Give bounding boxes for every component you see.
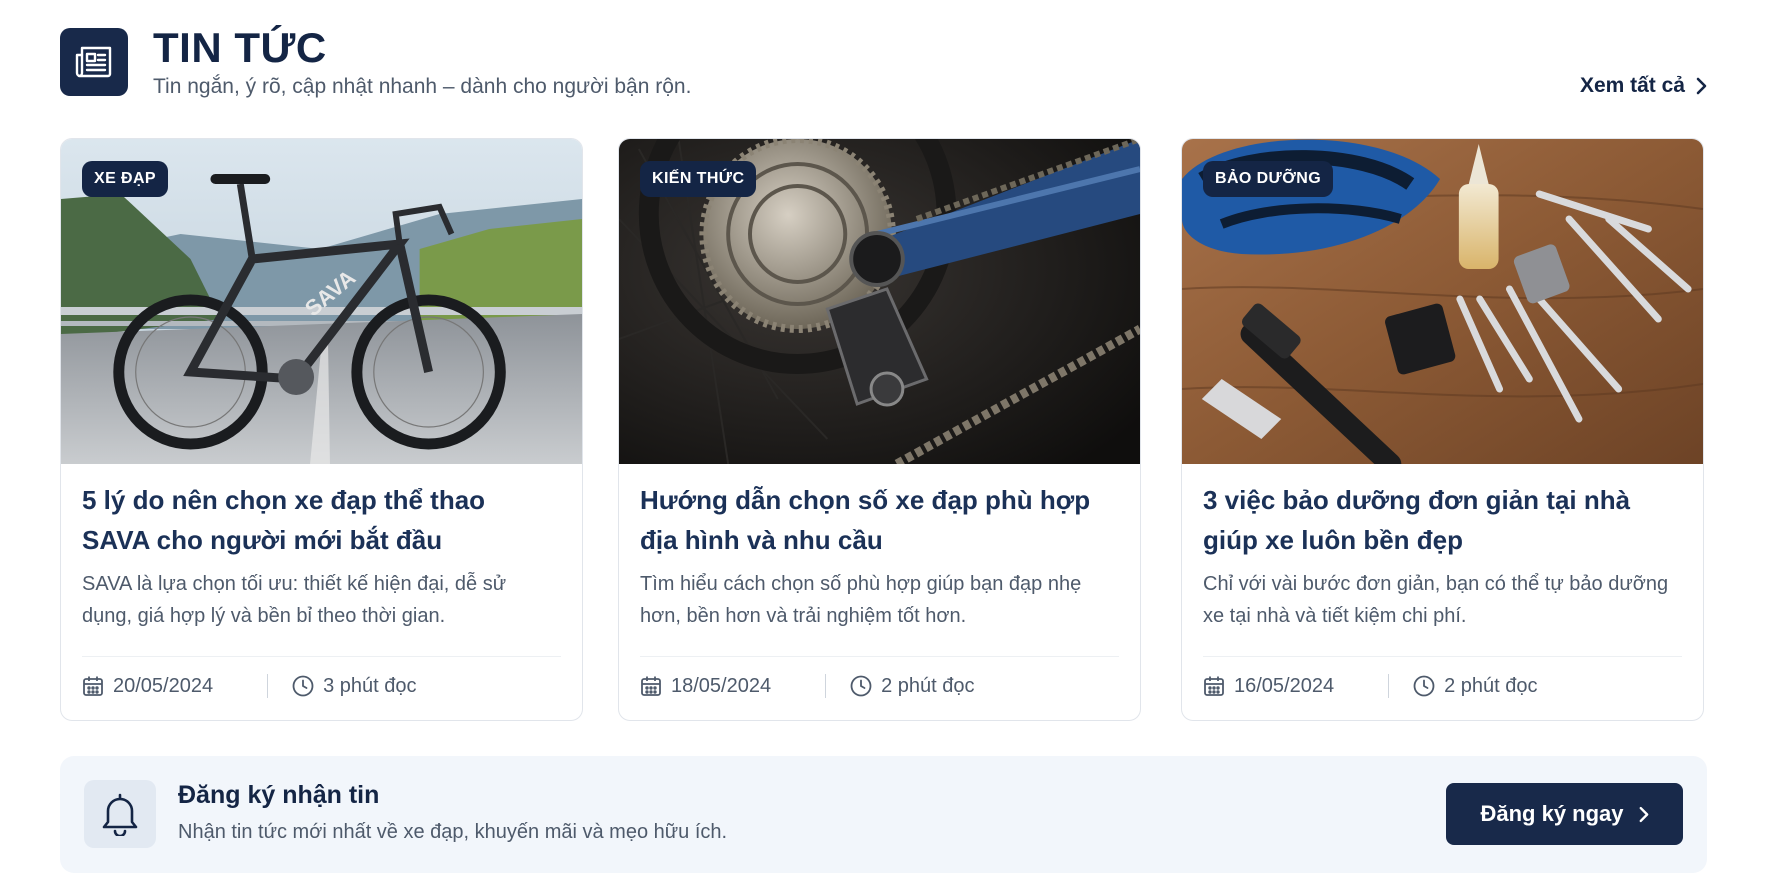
category-badge: XE ĐẠP [82,161,168,197]
helmet-tools-photo[interactable]: BẢO DƯỠNG [1182,139,1703,464]
newsletter-title: Đăng ký nhận tin [178,781,380,809]
page-title: TIN TỨC [153,24,327,71]
article-date: 18/05/2024 [640,675,771,698]
newspaper-icon [60,28,128,96]
meta-separator [267,674,269,698]
calendar-icon [641,676,661,696]
calendar-icon [83,676,103,696]
newsletter-subtitle: Nhận tin tức mới nhất về xe đạp, khuyến … [178,821,728,843]
meta-separator [825,674,827,698]
rear-derailleur-cassette-photo[interactable]: KIẾN THỨC [619,139,1140,464]
date-text: 16/05/2024 [1234,674,1335,697]
subscribe-button[interactable]: Đăng ký ngay [1446,783,1683,845]
article-meta: 18/05/2024 2 phút đọc [640,674,975,698]
article-read-time: 2 phút đọc [850,674,975,698]
subscribe-button-label: Đăng ký ngay [1480,801,1624,826]
article-card[interactable]: BẢO DƯỠNG 3 việc bảo dưỡng đơn giản tại … [1181,138,1704,721]
newsletter-banner: Đăng ký nhận tin Nhận tin tức mới nhất v… [60,756,1707,873]
news-header: TIN TỨC Tin ngắn, ý rõ, cập nhật nhanh –… [60,24,1707,106]
see-all-label: Xem tất cả [1579,74,1685,97]
date-text: 20/05/2024 [113,674,214,697]
see-all-link[interactable]: Xem tất cả [1580,74,1707,98]
article-read-time: 2 phút đọc [1413,674,1538,698]
bell-icon [84,780,156,848]
page-subtitle: Tin ngắn, ý rõ, cập nhật nhanh – dành ch… [153,75,692,98]
divider [640,656,1119,657]
date-text: 18/05/2024 [671,674,772,697]
meta-separator [1388,674,1390,698]
article-title[interactable]: Hướng dẫn chọn số xe đạp phù hợp địa hìn… [640,480,1116,560]
road-bike-photo[interactable]: SAVA XE ĐẠP [61,139,582,464]
category-badge: BẢO DƯỠNG [1203,161,1334,197]
article-card[interactable]: SAVA XE ĐẠP 5 lý do nên chọn xe đạp thể … [60,138,583,721]
chevron-right-icon [1639,806,1648,822]
article-meta: 20/05/2024 3 phút đọc [82,674,417,698]
read-time-text: 3 phút đọc [323,674,417,697]
article-read-time: 3 phút đọc [292,674,417,698]
article-title[interactable]: 5 lý do nên chọn xe đạp thể thao SAVA ch… [82,480,558,560]
article-date: 20/05/2024 [82,675,213,698]
read-time-text: 2 phút đọc [881,674,975,697]
article-description: Chỉ với vài bước đơn giản, bạn có thể tự… [1203,573,1669,627]
article-date: 16/05/2024 [1203,675,1334,698]
calendar-icon [1204,676,1224,696]
chevron-right-icon [1696,77,1707,95]
divider [82,656,561,657]
clock-icon [850,675,872,697]
clock-icon [292,675,314,697]
article-meta: 16/05/2024 2 phút đọc [1203,674,1538,698]
divider [1203,656,1682,657]
article-title[interactable]: 3 việc bảo dưỡng đơn giản tại nhà giúp x… [1203,480,1679,560]
category-badge: KIẾN THỨC [640,161,757,197]
article-card[interactable]: KIẾN THỨC Hướng dẫn chọn số xe đạp phù h… [618,138,1141,721]
article-list: SAVA XE ĐẠP 5 lý do nên chọn xe đạp thể … [60,138,1707,721]
clock-icon [1413,675,1435,697]
article-description: SAVA là lựa chọn tối ưu: thiết kế hiện đ… [82,573,507,627]
read-time-text: 2 phút đọc [1444,674,1538,697]
article-description: Tìm hiểu cách chọn số phù hợp giúp bạn đ… [640,573,1082,627]
